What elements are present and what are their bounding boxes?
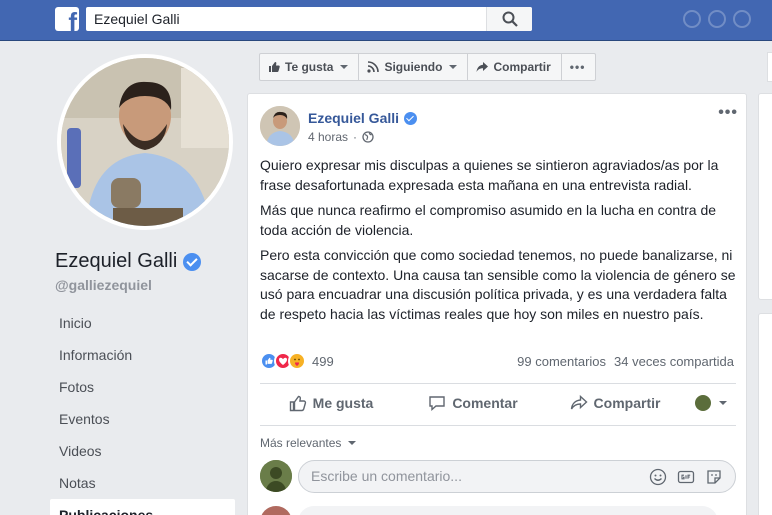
share-post-label: Compartir xyxy=(593,395,661,411)
comment-placeholder: Escribe un comentario... xyxy=(311,468,462,484)
more-options-button[interactable]: ••• xyxy=(562,54,596,80)
post-timestamp[interactable]: 4 horas xyxy=(308,130,348,144)
share-arrow-icon xyxy=(570,394,588,410)
share-page-button[interactable]: Compartir xyxy=(468,54,562,80)
divider xyxy=(260,425,736,426)
nav-item-inicio[interactable]: Inicio xyxy=(50,307,235,339)
like-page-label: Te gusta xyxy=(285,60,334,74)
right-column-edge xyxy=(767,52,772,82)
nav-item-videos[interactable]: Videos xyxy=(50,435,235,467)
search-input[interactable]: Ezequiel Galli xyxy=(94,7,180,31)
like-post-button[interactable]: Me gusta xyxy=(260,394,402,412)
engagement-counts: 99 comentarios 34 veces compartida xyxy=(517,354,734,369)
share-as-avatar xyxy=(695,395,711,411)
nav-item-eventos[interactable]: Eventos xyxy=(50,403,235,435)
care-reaction-icon xyxy=(288,352,306,370)
page-nav: Inicio Información Fotos Eventos Videos … xyxy=(50,307,235,515)
chevron-down-icon xyxy=(348,441,357,445)
post-text: Quiero expresar mis disculpas a quienes … xyxy=(260,156,736,330)
comment-icon xyxy=(429,396,446,412)
comment-bubble xyxy=(298,506,718,515)
page-handle[interactable]: @galliezequiel xyxy=(55,277,152,293)
rss-icon xyxy=(367,61,380,73)
more-dots-icon: ••• xyxy=(569,60,586,74)
post-action-bar: Me gusta Comentar Compartir xyxy=(260,385,736,421)
right-column-card xyxy=(758,93,772,300)
post-meta: 4 horas · xyxy=(308,130,374,144)
avatar-illustration xyxy=(260,106,300,146)
share-page-label: Compartir xyxy=(493,60,551,74)
like-page-button[interactable]: Te gusta xyxy=(260,54,360,80)
post-paragraph: Pero esta convicción que como sociedad t… xyxy=(260,247,736,322)
post-author-avatar[interactable] xyxy=(260,106,300,146)
search-box[interactable]: Ezequiel Galli xyxy=(86,7,532,31)
chevron-down-icon xyxy=(449,65,458,69)
comment-post-label: Comentar xyxy=(452,395,518,411)
gif-icon[interactable] xyxy=(677,468,695,486)
share-as-selector[interactable] xyxy=(686,395,736,411)
following-button[interactable]: Siguiendo xyxy=(359,54,469,80)
post-author: Ezequiel Galli xyxy=(308,110,418,126)
chevron-down-icon xyxy=(719,401,727,405)
page-action-bar: Te gusta Siguiendo Compartir ••• xyxy=(259,53,597,81)
post-options-button[interactable]: ••• xyxy=(718,104,738,122)
shares-count-link[interactable]: 34 veces compartida xyxy=(614,354,734,369)
profile-picture[interactable] xyxy=(57,54,233,230)
emoji-icon[interactable] xyxy=(649,468,667,486)
divider xyxy=(260,383,736,384)
commenter-avatar[interactable] xyxy=(260,506,292,515)
facebook-logo-icon[interactable]: f xyxy=(55,7,79,31)
page-name-text: Ezequiel Galli xyxy=(55,250,178,272)
comment-sort-label: Más relevantes xyxy=(260,436,342,450)
comments-count-link[interactable]: 99 comentarios xyxy=(517,354,606,369)
search-button[interactable] xyxy=(486,7,532,31)
page-title: Ezequiel Galli xyxy=(55,250,202,273)
top-navigation-bar: f Ezequiel Galli xyxy=(0,0,772,41)
nav-item-notas[interactable]: Notas xyxy=(50,467,235,499)
post-paragraph: Quiero expresar mis disculpas a quienes … xyxy=(260,157,719,193)
post-paragraph: Más que nunca reafirmo el compromiso asu… xyxy=(260,202,717,238)
comment-post-button[interactable]: Comentar xyxy=(402,394,544,412)
search-icon xyxy=(502,11,518,27)
post-card: Ezequiel Galli 4 horas · ••• Quiero expr… xyxy=(247,93,747,515)
reaction-count: 499 xyxy=(312,353,334,369)
thumbs-up-icon xyxy=(269,62,280,72)
left-column: Ezequiel Galli @galliezequiel Inicio Inf… xyxy=(0,41,246,515)
verified-badge-icon xyxy=(183,252,202,271)
share-arrow-icon xyxy=(476,62,489,72)
share-post-button[interactable]: Compartir xyxy=(544,394,686,412)
nav-item-publicaciones[interactable]: Publicaciones xyxy=(50,499,235,515)
comment-input-icons xyxy=(649,468,723,486)
like-post-label: Me gusta xyxy=(312,395,374,411)
nav-item-informacion[interactable]: Información xyxy=(50,339,235,371)
comment-sort-dropdown[interactable]: Más relevantes xyxy=(260,436,357,450)
reactions-summary[interactable]: 499 xyxy=(260,351,334,371)
chevron-down-icon xyxy=(340,65,349,69)
profile-photo-illustration xyxy=(61,58,229,226)
top-right-icons xyxy=(683,10,751,28)
comment-composer: Escribe un comentario... xyxy=(260,460,736,493)
sticker-icon[interactable] xyxy=(705,468,723,486)
following-label: Siguiendo xyxy=(384,60,443,74)
nav-item-fotos[interactable]: Fotos xyxy=(50,371,235,403)
right-column-card xyxy=(758,313,772,515)
dot-separator: · xyxy=(353,130,358,144)
thumbs-up-icon xyxy=(289,395,306,412)
verified-badge-icon xyxy=(404,111,418,125)
globe-icon xyxy=(362,131,374,143)
viewer-avatar-illustration xyxy=(260,460,292,492)
viewer-avatar[interactable] xyxy=(260,460,292,492)
post-author-name[interactable]: Ezequiel Galli xyxy=(308,110,399,126)
comment-input[interactable]: Escribe un comentario... xyxy=(298,460,736,493)
